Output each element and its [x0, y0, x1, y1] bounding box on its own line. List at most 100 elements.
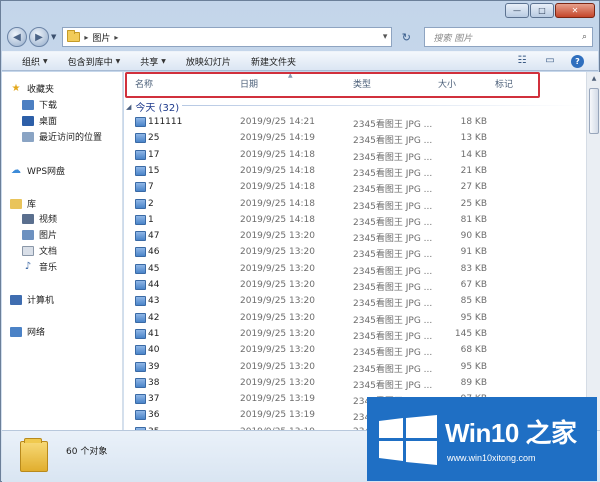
collapse-arrow-icon[interactable]: ◢: [126, 103, 131, 111]
maximize-button[interactable]: □: [530, 3, 554, 18]
refresh-button[interactable]: ↻: [396, 27, 416, 47]
file-size: 27 KB: [460, 182, 487, 193]
file-name: 25: [148, 133, 160, 144]
table-row[interactable]: 45 2019/9/25 13:20 2345看图王 JPG ... 83 KB: [124, 261, 586, 277]
forward-arrow-icon: ▶: [35, 31, 43, 43]
jpg-file-icon: [135, 165, 146, 176]
group-divider: [182, 105, 582, 106]
table-row[interactable]: 25 2019/9/25 14:19 2345看图王 JPG ... 13 KB: [124, 130, 586, 146]
nav-wps[interactable]: ☁ WPS网盘: [10, 164, 65, 177]
nav-wps-label: WPS网盘: [27, 167, 66, 177]
file-date: 2019/9/25 13:20: [240, 377, 315, 388]
table-row[interactable]: 47 2019/9/25 13:20 2345看图王 JPG ... 90 KB: [124, 228, 586, 244]
navigation-pane: ★ 收藏夹 下载 桌面 最近访问的位置 ☁ WPS网盘 库 视频 图片 文档 ♪ 音乐…: [2, 72, 123, 430]
jpg-file-icon: [135, 345, 146, 356]
file-size: 145 KB: [454, 328, 487, 339]
nav-desktop[interactable]: 桌面: [22, 114, 57, 127]
organize-button[interactable]: 组织 ▼: [22, 55, 48, 68]
jpg-file-icon: [135, 247, 146, 258]
table-row[interactable]: 39 2019/9/25 13:20 2345看图王 JPG ... 95 KB: [124, 359, 586, 375]
nav-network[interactable]: 网络: [10, 325, 45, 338]
back-button[interactable]: ◀: [7, 27, 27, 47]
nav-desktop-label: 桌面: [39, 117, 58, 127]
search-icon[interactable]: ⌕: [582, 32, 587, 42]
file-name: 1: [148, 214, 154, 225]
forward-button[interactable]: ▶: [29, 27, 49, 47]
address-dropdown-icon[interactable]: ▾: [383, 32, 388, 42]
breadcrumb-pictures[interactable]: 图片: [92, 31, 110, 44]
file-size: 95 KB: [460, 361, 487, 372]
table-row[interactable]: 43 2019/9/25 13:20 2345看图王 JPG ... 85 KB: [124, 293, 586, 309]
include-in-library-button[interactable]: 包含到库中 ▼: [68, 55, 121, 68]
table-row[interactable]: 2 2019/9/25 14:18 2345看图王 JPG ... 25 KB: [124, 196, 586, 212]
nav-network-label: 网络: [27, 328, 46, 338]
file-date: 2019/9/25 13:19: [240, 394, 315, 405]
table-row[interactable]: 41 2019/9/25 13:20 2345看图王 JPG ... 145 KB: [124, 326, 586, 342]
file-name: 2: [148, 198, 154, 209]
search-input[interactable]: 搜索 图片 ⌕: [424, 27, 593, 47]
share-button[interactable]: 共享 ▼: [140, 55, 166, 68]
file-name: 39: [148, 361, 160, 372]
nav-computer[interactable]: 计算机: [10, 293, 54, 306]
jpg-file-icon: [135, 394, 146, 405]
star-icon: ★: [11, 83, 21, 94]
jpg-file-icon: [135, 410, 146, 421]
nav-downloads[interactable]: 下载: [22, 98, 57, 111]
nav-pictures-label: 图片: [39, 231, 58, 241]
new-folder-label: 新建文件夹: [250, 57, 296, 68]
nav-videos[interactable]: 视频: [22, 212, 57, 225]
preview-pane-icon[interactable]: ▭: [543, 55, 557, 67]
minimize-button[interactable]: —: [505, 3, 529, 18]
table-row[interactable]: 38 2019/9/25 13:20 2345看图王 JPG ... 89 KB: [124, 375, 586, 391]
table-row[interactable]: 15 2019/9/25 14:18 2345看图王 JPG ... 21 KB: [124, 163, 586, 179]
help-icon[interactable]: ?: [571, 54, 584, 68]
file-size: 89 KB: [460, 377, 487, 388]
table-row[interactable]: 111111 2019/9/25 14:21 2345看图王 JPG ... 18 K…: [124, 114, 586, 130]
nav-pictures[interactable]: 图片: [22, 228, 57, 241]
table-row[interactable]: 17 2019/9/25 14:18 2345看图王 JPG ... 14 KB: [124, 147, 586, 163]
address-bar[interactable]: ▸ 图片 ▸ ▾: [62, 27, 393, 47]
table-row[interactable]: 42 2019/9/25 13:20 2345看图王 JPG ... 95 KB: [124, 310, 586, 326]
file-size: 91 KB: [460, 247, 487, 258]
caption-buttons: — □ ✕: [505, 3, 595, 18]
file-name: 41: [148, 328, 160, 339]
file-date: 2019/9/25 13:20: [240, 296, 315, 307]
jpg-file-icon: [135, 214, 146, 225]
file-size: 95 KB: [460, 312, 487, 323]
nav-recent[interactable]: 最近访问的位置: [22, 130, 102, 143]
include-in-library-label: 包含到库中: [67, 57, 113, 68]
breadcrumb-separator-icon[interactable]: ▸: [84, 33, 88, 42]
view-options-icon[interactable]: ☷: [515, 55, 529, 67]
table-row[interactable]: 7 2019/9/25 14:18 2345看图王 JPG ... 27 KB: [124, 179, 586, 195]
scroll-thumb[interactable]: [589, 88, 599, 134]
history-dropdown-icon[interactable]: ▼: [51, 33, 56, 41]
vertical-scrollbar[interactable]: ▲: [586, 72, 600, 430]
nav-music[interactable]: ♪ 音乐: [22, 260, 57, 273]
slideshow-button[interactable]: 放映幻灯片: [186, 55, 231, 68]
table-row[interactable]: 1 2019/9/25 14:18 2345看图王 JPG ... 81 KB: [124, 212, 586, 228]
file-date: 2019/9/25 13:20: [240, 312, 315, 323]
file-name: 15: [148, 165, 160, 176]
jpg-file-icon: [135, 328, 146, 339]
jpg-file-icon: [135, 361, 146, 372]
command-bar: 组织 ▼ 包含到库中 ▼ 共享 ▼ 放映幻灯片 新建文件夹 ☷ ▭ ?: [2, 51, 598, 71]
jpg-file-icon: [135, 182, 146, 193]
network-icon: [10, 326, 22, 337]
breadcrumb-chevron-icon[interactable]: ▸: [114, 33, 118, 42]
nav-library[interactable]: 库: [10, 197, 36, 210]
table-row[interactable]: 46 2019/9/25 13:20 2345看图王 JPG ... 91 KB: [124, 244, 586, 260]
table-row[interactable]: 40 2019/9/25 13:20 2345看图王 JPG ... 68 KB: [124, 342, 586, 358]
new-folder-button[interactable]: 新建文件夹: [251, 55, 296, 68]
scroll-up-icon[interactable]: ▲: [588, 72, 600, 86]
table-row[interactable]: 44 2019/9/25 13:20 2345看图王 JPG ... 67 KB: [124, 277, 586, 293]
nav-documents[interactable]: 文档: [22, 244, 57, 257]
nav-favorites[interactable]: ★ 收藏夹: [10, 82, 55, 95]
file-name: 36: [148, 410, 160, 421]
close-button[interactable]: ✕: [555, 3, 595, 18]
group-header-today[interactable]: ◢ 今天 (32): [126, 99, 179, 115]
file-name: 40: [148, 345, 160, 356]
videos-icon: [22, 213, 34, 224]
pictures-icon: [22, 229, 34, 240]
nav-music-label: 音乐: [39, 263, 58, 273]
object-count: 60 个对象: [66, 447, 108, 457]
